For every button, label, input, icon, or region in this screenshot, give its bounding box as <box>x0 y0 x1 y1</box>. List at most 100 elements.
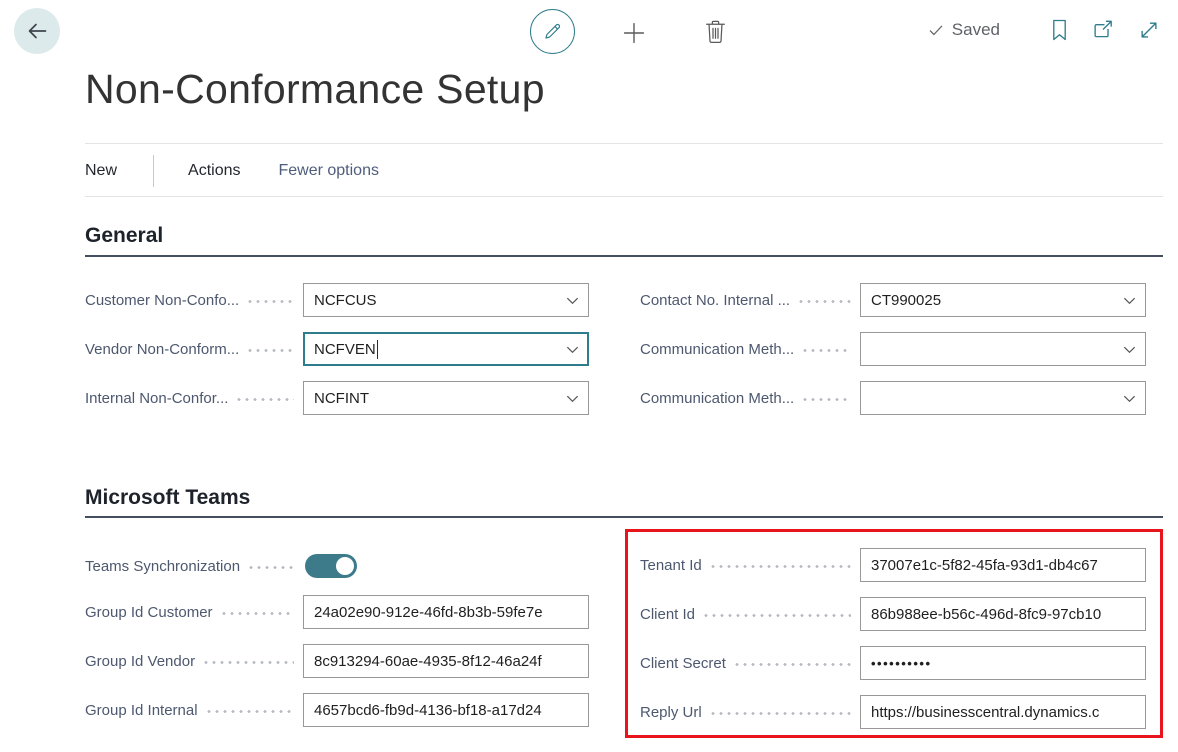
input-value: 4657bcd6-fb9d-4136-bf18-a17d24 <box>314 702 580 719</box>
customer-nonconformance-input[interactable]: NCFCUS <box>303 283 589 317</box>
topbar-right-cluster: Saved <box>927 18 1160 42</box>
dotted-leader <box>220 612 294 615</box>
trash-icon <box>703 18 728 46</box>
section-rule <box>85 516 1163 518</box>
field-group-id-customer: Group Id Customer 24a02e90-912e-46fd-8b3… <box>85 595 589 629</box>
menu-fewer-options[interactable]: Fewer options <box>278 162 379 180</box>
input-value: NCFINT <box>314 390 559 407</box>
field-label: Group Id Customer <box>85 604 213 621</box>
field-vendor-nonconformance: Vendor Non-Conform... NCFVEN <box>85 332 589 366</box>
chevron-down-icon[interactable] <box>565 391 580 406</box>
input-value: NCFCUS <box>314 292 559 309</box>
field-label: Group Id Internal <box>85 702 198 719</box>
field-label: Customer Non-Confo... <box>85 292 239 309</box>
toggle-knob <box>336 557 354 575</box>
communication-method-1-input[interactable] <box>860 332 1146 366</box>
field-customer-nonconformance: Customer Non-Confo... NCFCUS <box>85 283 589 317</box>
dotted-leader <box>709 565 851 568</box>
open-in-new-window-button[interactable] <box>1091 18 1116 42</box>
reply-url-input[interactable]: https://businesscentral.dynamics.c <box>860 695 1146 729</box>
chevron-down-icon[interactable] <box>1122 391 1137 406</box>
diagonal-resize-icon <box>1138 19 1160 41</box>
field-contact-no-internal: Contact No. Internal ... CT990025 <box>640 283 1146 317</box>
field-label: Vendor Non-Conform... <box>85 341 239 358</box>
open-in-new-window-icon <box>1091 18 1116 42</box>
field-label: Reply Url <box>640 704 702 721</box>
field-communication-method-1: Communication Meth... <box>640 332 1146 366</box>
page-title: Non-Conformance Setup <box>85 66 545 113</box>
dotted-leader <box>205 710 294 713</box>
field-label: Client Id <box>640 606 695 623</box>
field-tenant-id: Tenant Id 37007e1c-5f82-45fa-93d1-db4c67 <box>640 548 1146 582</box>
dotted-leader <box>801 398 851 401</box>
client-secret-input[interactable]: •••••••••• <box>860 646 1146 680</box>
dotted-leader <box>709 712 851 715</box>
action-bar: New Actions Fewer options <box>85 156 379 186</box>
dotted-leader <box>702 614 851 617</box>
chevron-down-icon[interactable] <box>565 342 580 357</box>
internal-nonconformance-input[interactable]: NCFINT <box>303 381 589 415</box>
communication-method-2-input[interactable] <box>860 381 1146 415</box>
field-label: Group Id Vendor <box>85 653 195 670</box>
input-value: 8c913294-60ae-4935-8f12-46a24f <box>314 653 580 670</box>
save-status: Saved <box>927 20 1000 40</box>
dotted-leader <box>797 300 851 303</box>
non-conformance-setup-page: Saved Non-Conformance Setup New Actions … <box>0 0 1178 752</box>
add-button[interactable] <box>619 18 649 48</box>
text-caret <box>377 340 379 359</box>
teams-right-column: Tenant Id 37007e1c-5f82-45fa-93d1-db4c67… <box>640 548 1146 744</box>
menu-new[interactable]: New <box>85 162 117 180</box>
field-label: Communication Meth... <box>640 341 794 358</box>
general-left-column: Customer Non-Confo... NCFCUS Vendor Non-… <box>85 283 589 430</box>
delete-button[interactable] <box>702 17 728 47</box>
chevron-down-icon[interactable] <box>1122 342 1137 357</box>
dotted-leader <box>235 398 294 401</box>
dotted-leader <box>801 349 851 352</box>
chevron-down-icon[interactable] <box>565 293 580 308</box>
section-heading-general: General <box>85 224 163 248</box>
input-value: CT990025 <box>871 292 1116 309</box>
vendor-nonconformance-input[interactable]: NCFVEN <box>303 332 589 366</box>
input-value: https://businesscentral.dynamics.c <box>871 704 1137 721</box>
dotted-leader <box>246 300 294 303</box>
back-button[interactable] <box>14 8 60 54</box>
group-id-customer-input[interactable]: 24a02e90-912e-46fd-8b3b-59fe7e <box>303 595 589 629</box>
field-label: Contact No. Internal ... <box>640 292 790 309</box>
dotted-leader <box>733 663 851 666</box>
field-teams-synchronization: Teams Synchronization <box>85 549 589 583</box>
expand-button[interactable] <box>1138 19 1160 41</box>
general-right-column: Contact No. Internal ... CT990025 Commun… <box>640 283 1146 430</box>
input-value: 24a02e90-912e-46fd-8b3b-59fe7e <box>314 604 580 621</box>
client-id-input[interactable]: 86b988ee-b56c-496d-8fc9-97cb10 <box>860 597 1146 631</box>
field-reply-url: Reply Url https://businesscentral.dynami… <box>640 695 1146 729</box>
input-value: 86b988ee-b56c-496d-8fc9-97cb10 <box>871 606 1137 623</box>
group-id-internal-input[interactable]: 4657bcd6-fb9d-4136-bf18-a17d24 <box>303 693 589 727</box>
edit-button[interactable] <box>530 9 575 54</box>
teams-sync-toggle[interactable] <box>305 554 357 578</box>
bookmark-icon <box>1050 18 1069 42</box>
field-client-id: Client Id 86b988ee-b56c-496d-8fc9-97cb10 <box>640 597 1146 631</box>
field-communication-method-2: Communication Meth... <box>640 381 1146 415</box>
back-arrow-icon <box>25 19 49 43</box>
plus-icon <box>620 19 648 47</box>
group-id-vendor-input[interactable]: 8c913294-60ae-4935-8f12-46a24f <box>303 644 589 678</box>
tenant-id-input[interactable]: 37007e1c-5f82-45fa-93d1-db4c67 <box>860 548 1146 582</box>
field-label: Internal Non-Confor... <box>85 390 228 407</box>
bookmark-button[interactable] <box>1050 18 1069 42</box>
field-label: Client Secret <box>640 655 726 672</box>
divider <box>85 196 1163 197</box>
field-internal-nonconformance: Internal Non-Confor... NCFINT <box>85 381 589 415</box>
input-value-masked: •••••••••• <box>871 656 1137 671</box>
field-label: Teams Synchronization <box>85 558 240 575</box>
contact-no-internal-input[interactable]: CT990025 <box>860 283 1146 317</box>
field-label: Communication Meth... <box>640 390 794 407</box>
input-value: NCFVEN <box>314 341 376 358</box>
field-client-secret: Client Secret •••••••••• <box>640 646 1146 680</box>
chevron-down-icon[interactable] <box>1122 293 1137 308</box>
menu-separator <box>153 155 154 187</box>
divider <box>85 143 1163 144</box>
dotted-leader <box>246 349 294 352</box>
menu-actions[interactable]: Actions <box>188 162 240 180</box>
pencil-icon <box>542 21 563 42</box>
check-icon <box>927 21 945 39</box>
